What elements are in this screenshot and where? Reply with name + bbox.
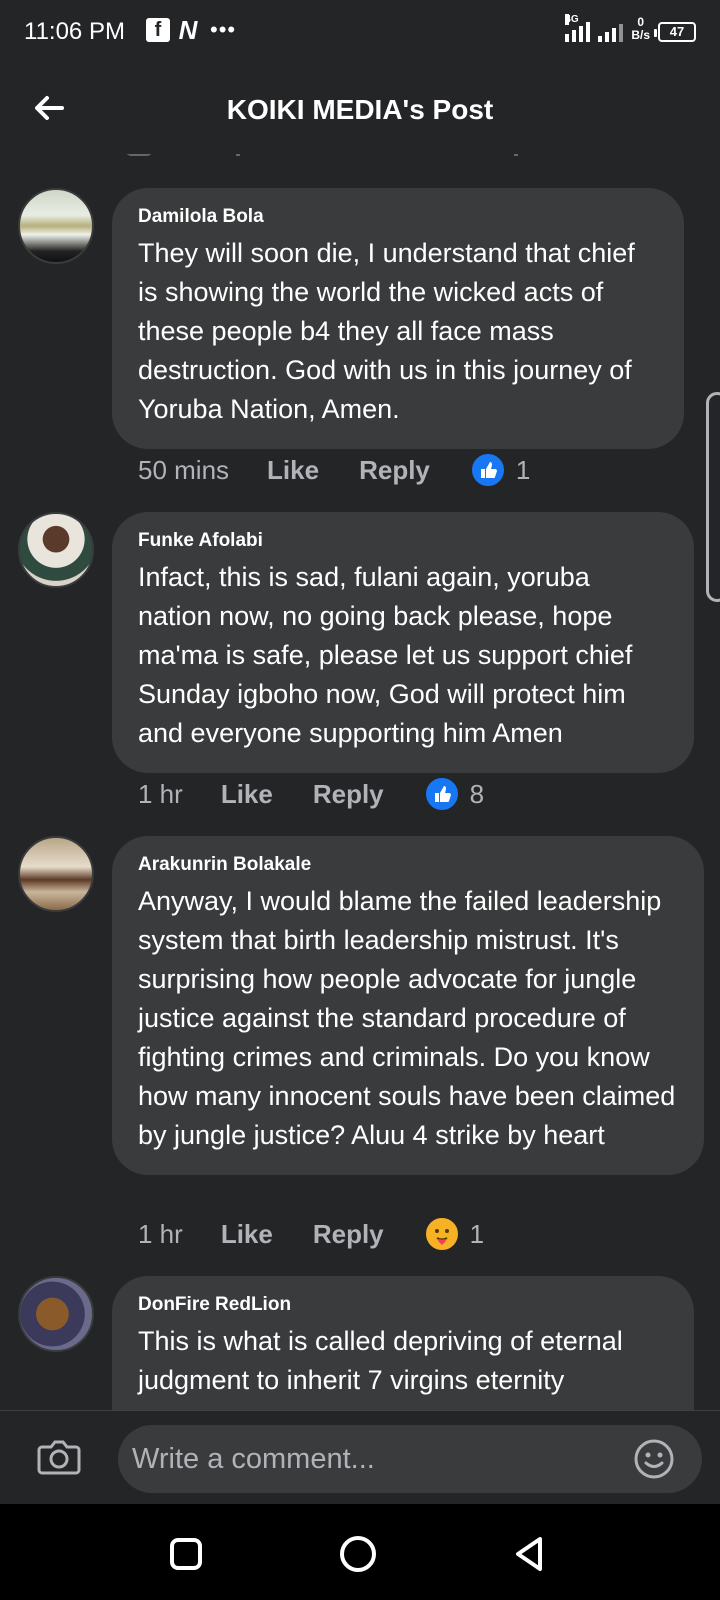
avatar[interactable] [18, 188, 94, 264]
emoji-icon [634, 1439, 674, 1479]
n-app-icon: N [178, 15, 198, 45]
comment-time[interactable]: 50 mins [138, 455, 229, 486]
avatar[interactable] [18, 1276, 94, 1352]
signal-strength-2-icon [598, 16, 624, 42]
system-back-button[interactable] [510, 1534, 550, 1574]
comment-actions: 1 hr Like Reply 8 [138, 776, 484, 812]
home-circle-icon [340, 1536, 376, 1572]
care-emoji-icon [423, 1216, 460, 1252]
network-type: 4G [565, 14, 579, 25]
post-header: KOIKI MEDIA's Post [0, 64, 720, 154]
reaction-count: 1 [469, 1218, 485, 1249]
avatar[interactable] [18, 512, 94, 588]
comment-text: This is what is called depriving of eter… [138, 1326, 623, 1395]
comment-bubble: DonFire RedLion This is what is called d… [112, 1276, 694, 1410]
reply-button[interactable]: Reply [313, 1219, 384, 1250]
comment-text: They will soon die, I understand that ch… [138, 238, 635, 424]
comment-bubble: Arakunrin Bolakale Anyway, I would blame… [112, 836, 704, 1175]
camera-button[interactable] [36, 1437, 82, 1477]
like-button[interactable]: Like [267, 455, 319, 486]
home-button[interactable] [338, 1534, 378, 1574]
thumbs-up-icon [469, 452, 506, 488]
system-nav-bar [0, 1504, 720, 1600]
recents-square-icon [170, 1538, 202, 1570]
emoji-button[interactable] [632, 1437, 676, 1481]
comment-author[interactable]: DonFire RedLion [138, 1294, 668, 1316]
previous-comment-edge [120, 154, 540, 160]
comment-author[interactable]: Funke Afolabi [138, 530, 668, 552]
comment-composer [0, 1410, 720, 1504]
page-title: KOIKI MEDIA's Post [226, 94, 494, 125]
net-speed-unit: B/s [631, 28, 650, 42]
status-bar: 11:06 PM f N ••• 4G 0 B/s 47 [0, 0, 720, 64]
comment-actions: 50 mins Like Reply 1 [138, 452, 530, 488]
recents-button[interactable] [166, 1534, 206, 1574]
facebook-icon: f [146, 18, 170, 42]
battery-level: 47 [669, 24, 685, 39]
reaction-count: 1 [515, 454, 531, 485]
like-button[interactable]: Like [221, 779, 273, 810]
camera-icon [37, 1440, 81, 1475]
signal-strength-icon: 4G [565, 14, 591, 42]
status-indicators: 4G 0 B/s 47 [565, 14, 696, 42]
back-triangle-icon [516, 1537, 542, 1571]
comment-input[interactable] [118, 1425, 702, 1493]
network-speed: 0 B/s [631, 16, 650, 42]
avatar[interactable] [18, 836, 94, 912]
comment-bubble: Damilola Bola They will soon die, I unde… [112, 188, 684, 449]
comment-bubble: Funke Afolabi Infact, this is sad, fulan… [112, 512, 694, 773]
reply-button[interactable]: Reply [359, 455, 430, 486]
battery-icon: 47 [654, 22, 696, 42]
comment-author[interactable]: Arakunrin Bolakale [138, 854, 678, 876]
comment-text: Anyway, I would blame the failed leaders… [138, 886, 676, 1150]
reaction-summary[interactable]: 1 [469, 452, 531, 488]
like-button[interactable]: Like [221, 1219, 273, 1250]
scroll-handle[interactable] [706, 392, 720, 602]
comments-feed[interactable]: Damilola Bola They will soon die, I unde… [0, 154, 720, 1410]
reaction-count: 8 [469, 778, 485, 809]
comment-actions: 1 hr Like Reply 1 [138, 1216, 484, 1252]
more-dots-icon: ••• [210, 17, 237, 42]
comment-text: Infact, this is sad, fulani again, yorub… [138, 562, 633, 748]
comment-time[interactable]: 1 hr [138, 779, 183, 810]
status-app-icons: f N ••• [146, 17, 236, 43]
reaction-summary[interactable]: 1 [423, 1216, 485, 1252]
comment-author[interactable]: Damilola Bola [138, 206, 658, 228]
thumbs-up-icon [423, 776, 460, 812]
reaction-summary[interactable]: 8 [423, 776, 485, 812]
comment-time[interactable]: 1 hr [138, 1219, 183, 1250]
status-time: 11:06 PM [24, 18, 125, 45]
reply-button[interactable]: Reply [313, 779, 384, 810]
